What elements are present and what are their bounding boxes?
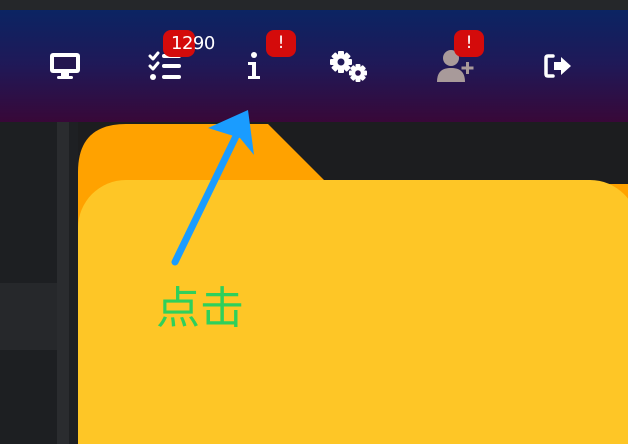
nav-desktop[interactable]: [40, 10, 90, 122]
nav-info[interactable]: [232, 10, 276, 122]
left-sidebar: [0, 122, 57, 444]
panel-divider[interactable]: [57, 122, 69, 444]
desktop-icon: [50, 53, 80, 79]
nav-tasks[interactable]: [140, 10, 190, 122]
info-alert-badge: !: [266, 30, 296, 57]
add-user-alert-badge: !: [454, 30, 484, 57]
window-top-bar: [0, 0, 628, 10]
nav-add-user[interactable]: [430, 10, 482, 122]
cogs-icon: [330, 51, 367, 82]
top-navbar: 1290 ! !: [0, 10, 628, 122]
app-window: 1290 ! ! 点击: [0, 0, 628, 444]
nav-sign-out[interactable]: [536, 10, 580, 122]
info-icon: [248, 52, 260, 79]
tasks-count-badge: 1290: [163, 30, 215, 57]
click-annotation-label: 点击: [156, 283, 244, 334]
panel-gutter: [69, 122, 78, 444]
sidebar-selected-row[interactable]: [0, 283, 57, 350]
sign-out-icon: [544, 54, 571, 78]
nav-settings[interactable]: [322, 10, 374, 122]
